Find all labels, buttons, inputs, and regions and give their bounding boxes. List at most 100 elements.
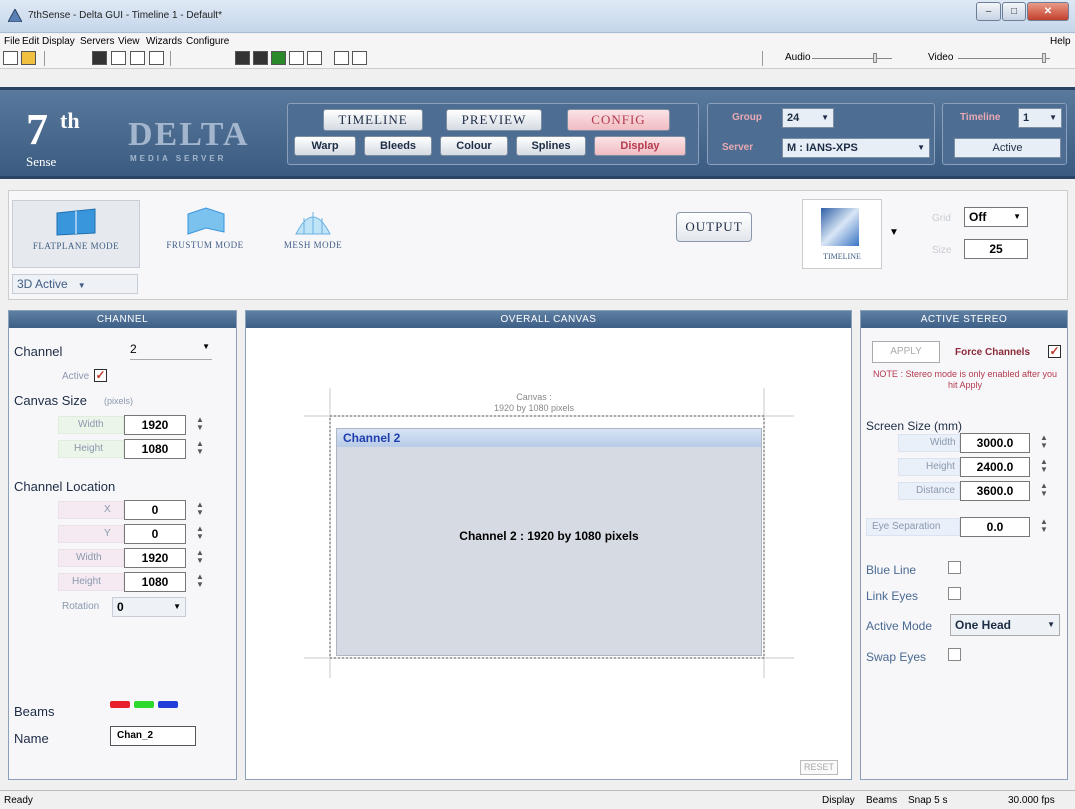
frustum-mode-label: FRUSTUM MODE [166, 240, 244, 250]
video-slider-thumb[interactable] [1042, 53, 1046, 63]
server-select[interactable]: M : IANS-XPS ▼ [782, 138, 930, 158]
id-icon[interactable] [352, 51, 367, 65]
maximize-button[interactable]: □ [1002, 2, 1026, 21]
channel-2-title: Channel 2 [337, 429, 761, 447]
timeline-thumbnail-button[interactable]: TIMELINE [802, 199, 882, 269]
beam-red[interactable] [110, 701, 130, 708]
audio-slider-thumb[interactable] [873, 53, 877, 63]
size-input[interactable]: 25 [964, 239, 1028, 259]
y-label-bg [58, 525, 124, 543]
x-spinner[interactable]: ▲ ▼ [196, 501, 204, 517]
beam-blue[interactable] [158, 701, 178, 708]
open-folder-icon[interactable] [21, 51, 36, 65]
link-eyes-checkbox[interactable] [948, 587, 961, 600]
3d-active-select[interactable]: 3D Active ▼ [12, 274, 138, 294]
eye-separation-spinner[interactable]: ▲ ▼ [1040, 518, 1048, 534]
loc-width-input[interactable]: 1920 [124, 548, 186, 568]
beam-green[interactable] [134, 701, 154, 708]
channel-2-rect[interactable]: Channel 2 Channel 2 : 1920 by 1080 pixel… [336, 428, 762, 656]
blue-line-label: Blue Line [866, 563, 917, 577]
tab-timeline[interactable]: TIMELINE [323, 109, 423, 131]
grid-select[interactable]: Off ▼ [964, 207, 1028, 227]
subtab-warp[interactable]: Warp [294, 136, 356, 156]
stereo-width-input[interactable]: 3000.0 [960, 433, 1030, 453]
mesh-mode-button[interactable]: MESH MODE [268, 200, 358, 268]
canvas-height-input[interactable]: 1080 [124, 439, 186, 459]
active-mode-label: Active Mode [866, 619, 933, 633]
pixels-label: (pixels) [104, 396, 134, 406]
blue-line-checkbox[interactable] [948, 561, 961, 574]
stereo-height-input[interactable]: 2400.0 [960, 457, 1030, 477]
menu-configure[interactable]: Configure [186, 36, 229, 47]
stereo-width-label: Width [930, 437, 956, 448]
star-icon[interactable] [289, 51, 304, 65]
y-spinner[interactable]: ▲ ▼ [196, 525, 204, 541]
server-value: M : IANS-XPS [787, 142, 858, 154]
loc-height-input[interactable]: 1080 [124, 572, 186, 592]
menu-file[interactable]: File [4, 36, 20, 47]
close-button[interactable]: ✕ [1027, 2, 1069, 21]
menu-wizards[interactable]: Wizards [146, 36, 182, 47]
subtab-splines[interactable]: Splines [516, 136, 586, 156]
active-checkbox[interactable]: ✓ [94, 369, 107, 382]
group-select[interactable]: 24 ▼ [782, 108, 834, 128]
projector-icon[interactable] [253, 51, 268, 65]
rotation-select[interactable]: 0 ▼ [112, 597, 186, 617]
eye-separation-input[interactable]: 0.0 [960, 517, 1030, 537]
split-icon[interactable] [149, 51, 164, 65]
apply-button[interactable]: APPLY [872, 341, 940, 363]
subtab-colour[interactable]: Colour [440, 136, 508, 156]
swap-eyes-label: Swap Eyes [866, 650, 927, 664]
y-input[interactable]: 0 [124, 524, 186, 544]
subtab-display[interactable]: Display [594, 136, 686, 156]
name-input[interactable]: Chan_2 [110, 726, 196, 746]
distance-spinner[interactable]: ▲ ▼ [1040, 482, 1048, 498]
menu-servers[interactable]: Servers [80, 36, 114, 47]
force-channels-label: Force Channels [955, 347, 1031, 358]
reset-button[interactable]: RESET [800, 760, 838, 775]
chart-icon[interactable] [271, 51, 286, 65]
loc-height-spinner[interactable]: ▲ ▼ [196, 573, 204, 589]
force-channels-checkbox[interactable]: ✓ [1048, 345, 1061, 358]
save-icon[interactable] [92, 51, 107, 65]
canvas-panel-header: OVERALL CANVAS [246, 311, 851, 328]
video-slider-track[interactable] [958, 58, 1050, 59]
frustum-mode-button[interactable]: FRUSTUM MODE [146, 200, 264, 268]
window-title: 7thSense - Delta GUI - Timeline 1 - Defa… [28, 10, 222, 21]
audio-slider-track[interactable] [812, 58, 892, 59]
active-status[interactable]: Active [954, 138, 1061, 158]
flatplane-mode-button[interactable]: FLATPLANE MODE [12, 200, 140, 268]
tab-preview[interactable]: PREVIEW [446, 109, 542, 131]
x-label: X [104, 504, 111, 515]
status-beams: Beams [866, 795, 898, 806]
subtab-bleeds[interactable]: Bleeds [364, 136, 432, 156]
status-display: Display [822, 795, 855, 806]
channel-select[interactable]: 2 ▼ [130, 342, 212, 360]
output-button[interactable]: OUTPUT [676, 212, 752, 242]
swap-eyes-checkbox[interactable] [948, 648, 961, 661]
canvas-width-input[interactable]: 1920 [124, 415, 186, 435]
grid-icon[interactable] [130, 51, 145, 65]
canvas-height-spinner[interactable]: ▲ ▼ [196, 440, 204, 456]
x-label-bg [58, 501, 124, 519]
active-mode-select[interactable]: One Head ▼ [950, 614, 1060, 636]
properties-icon[interactable] [111, 51, 126, 65]
distance-input[interactable]: 3600.0 [960, 481, 1030, 501]
tab-config[interactable]: CONFIG [567, 109, 670, 131]
menu-view[interactable]: View [118, 36, 140, 47]
minimize-button[interactable]: – [976, 2, 1001, 21]
register-icon[interactable] [307, 51, 322, 65]
new-file-icon[interactable] [3, 51, 18, 65]
menu-help[interactable]: Help [1050, 36, 1071, 47]
timeline-dropdown-icon[interactable]: ▼ [889, 227, 899, 238]
table-icon[interactable] [334, 51, 349, 65]
stereo-height-spinner[interactable]: ▲ ▼ [1040, 458, 1048, 474]
canvas-width-spinner[interactable]: ▲ ▼ [196, 416, 204, 432]
stereo-width-spinner[interactable]: ▲ ▼ [1040, 434, 1048, 450]
loc-width-spinner[interactable]: ▲ ▼ [196, 549, 204, 565]
timeline-select[interactable]: 1 ▼ [1018, 108, 1062, 128]
monitor-icon[interactable] [235, 51, 250, 65]
menu-display[interactable]: Display [42, 36, 75, 47]
menu-edit[interactable]: Edit [22, 36, 39, 47]
x-input[interactable]: 0 [124, 500, 186, 520]
